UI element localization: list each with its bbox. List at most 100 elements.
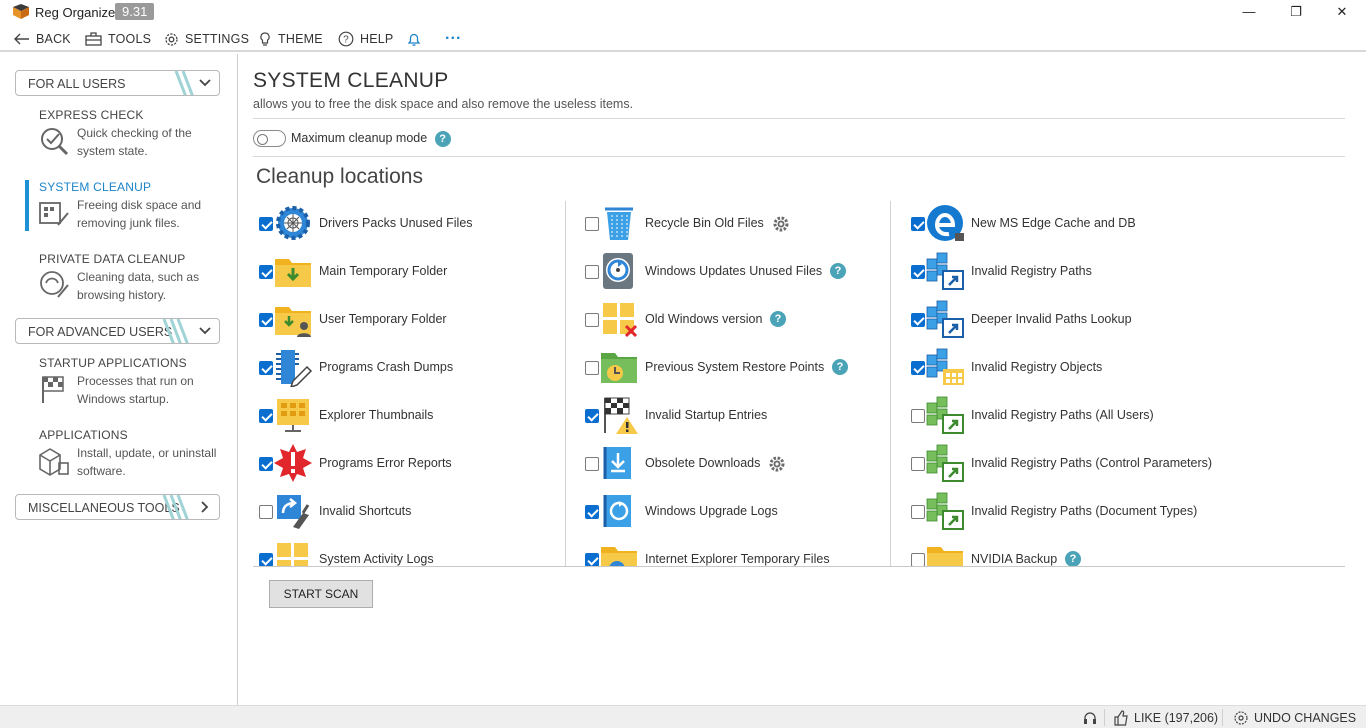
location-checkbox[interactable] [585,313,599,327]
undo-changes-button[interactable]: UNDO CHANGES [1233,709,1356,727]
cleanup-location-row[interactable]: Programs Crash Dumps [259,345,571,393]
stripes-decoration-icon [174,71,194,95]
cleanup-location-row[interactable]: Drivers Packs Unused Files [259,201,571,249]
chevron-right-icon [201,501,209,513]
back-button[interactable]: BACK [14,29,71,49]
sidebar-item-private-data[interactable]: PRIVATE DATA CLEANUP Cleaning data, such… [25,252,225,304]
location-checkbox[interactable] [585,505,599,519]
undo-gear-icon [1234,711,1248,725]
tools-button[interactable]: TOOLS [85,29,151,49]
location-checkbox[interactable] [585,217,599,231]
options-gear-icon[interactable] [772,215,790,236]
location-checkbox[interactable] [911,265,925,279]
notifications-button[interactable] [406,29,428,49]
location-checkbox[interactable] [585,457,599,471]
help-icon[interactable]: ? [1065,551,1081,566]
flag-warning-icon [599,395,639,435]
options-gear-icon[interactable] [768,455,786,476]
minimize-button[interactable]: — [1234,2,1264,22]
location-label: Invalid Registry Paths (Control Paramete… [971,456,1213,470]
checkered-flag-icon [42,376,64,403]
sidebar-item-system-cleanup[interactable]: SYSTEM CLEANUP Freeing disk space and re… [25,180,225,232]
location-label: Invalid Registry Objects [971,360,1103,374]
location-checkbox[interactable] [259,457,273,471]
help-icon[interactable]: ? [832,359,848,375]
cleanup-location-row[interactable]: User Temporary Folder [259,297,571,345]
cleanup-location-row[interactable]: New MS Edge Cache and DB [911,201,1345,249]
cleanup-location-row[interactable]: Windows Updates Unused Files? [585,249,897,297]
max-cleanup-toggle[interactable] [253,130,286,147]
location-label: Explorer Thumbnails [319,408,434,422]
restore-button[interactable]: ❐ [1281,2,1311,22]
for-advanced-users-dropdown[interactable]: FOR ADVANCED USERS [15,318,220,344]
location-checkbox[interactable] [259,361,273,375]
page-subtitle: allows you to free the disk space and al… [253,97,634,111]
private-data-desc: Cleaning data, such as browsing history. [77,270,200,302]
cleanup-location-row[interactable]: Old Windows version? [585,297,897,345]
cleanup-location-row[interactable]: Invalid Shortcuts [259,489,571,537]
location-label: NVIDIA Backup [971,552,1058,566]
support-button[interactable] [1082,709,1103,727]
location-checkbox[interactable] [911,457,925,471]
location-checkbox[interactable] [259,505,273,519]
location-label: Invalid Registry Paths (All Users) [971,408,1154,422]
cleanup-location-row[interactable]: Invalid Startup Entries [585,393,897,441]
close-button[interactable]: ✕ [1327,2,1357,22]
location-checkbox[interactable] [259,409,273,423]
location-checkbox[interactable] [259,265,273,279]
cleanup-location-row[interactable]: Windows Upgrade Logs [585,489,897,537]
location-checkbox[interactable] [259,313,273,327]
cleanup-location-row[interactable]: Internet Explorer Temporary Files [585,537,897,566]
cleanup-location-row[interactable]: Recycle Bin Old Files [585,201,897,249]
cleanup-location-row[interactable]: Invalid Registry Objects [911,345,1345,393]
location-checkbox[interactable] [911,217,925,231]
cleanup-location-row[interactable]: Obsolete Downloads [585,441,897,489]
location-label: Programs Crash Dumps [319,360,454,374]
thumbs-up-icon [1114,710,1128,726]
location-checkbox[interactable] [911,553,925,566]
cleanup-location-row[interactable]: Explorer Thumbnails [259,393,571,441]
location-checkbox[interactable] [259,217,273,231]
help-icon[interactable]: ? [830,263,846,279]
cleanup-location-row[interactable]: Invalid Registry Paths [911,249,1345,297]
location-checkbox[interactable] [911,409,925,423]
cleanup-location-row[interactable]: Invalid Registry Paths (Control Paramete… [911,441,1345,489]
cleanup-location-row[interactable]: System Activity Logs [259,537,571,566]
help-button[interactable]: ? HELP [338,29,393,49]
more-button[interactable]: ··· [445,29,462,49]
cleanup-location-row[interactable]: Invalid Registry Paths (All Users) [911,393,1345,441]
for-all-users-dropdown[interactable]: FOR ALL USERS [15,70,220,96]
cleanup-location-row[interactable]: NVIDIA Backup? [911,537,1345,566]
location-label: Invalid Registry Paths (Document Types) [971,504,1198,518]
location-checkbox[interactable] [585,553,599,566]
like-button[interactable]: LIKE (197,206) [1113,709,1218,727]
sidebar-item-express-check[interactable]: EXPRESS CHECK Quick checking of the syst… [25,108,225,160]
help-icon[interactable]: ? [770,311,786,327]
theme-button[interactable]: THEME [258,29,323,49]
cleanup-location-row[interactable]: Programs Error Reports [259,441,571,489]
cleanup-location-row[interactable]: Deeper Invalid Paths Lookup [911,297,1345,345]
location-checkbox[interactable] [585,361,599,375]
location-checkbox[interactable] [911,361,925,375]
location-checkbox[interactable] [259,553,273,566]
location-checkbox[interactable] [911,505,925,519]
sidebar-item-applications[interactable]: APPLICATIONS Install, update, or uninsta… [25,428,225,480]
start-scan-button[interactable]: START SCAN [269,580,373,608]
folder-yellow-icon [925,539,965,566]
help-icon[interactable]: ? [434,131,451,147]
misc-tools-button[interactable]: MISCELLANEOUS TOOLS [15,494,220,520]
sidebar-item-startup[interactable]: STARTUP APPLICATIONS Processes that run … [25,356,225,408]
system-cleanup-desc: Freeing disk space and removing junk fil… [77,198,202,230]
upgrade-book-icon [599,491,639,531]
location-label: User Temporary Folder [319,312,447,326]
location-checkbox[interactable] [585,409,599,423]
private-data-icon [40,271,69,298]
cleanup-location-row[interactable]: Previous System Restore Points? [585,345,897,393]
thumbnails-folder-icon [273,395,313,435]
cleanup-location-row[interactable]: Invalid Registry Paths (Document Types) [911,489,1345,537]
location-checkbox[interactable] [911,313,925,327]
settings-button[interactable]: SETTINGS [164,29,249,49]
location-checkbox[interactable] [585,265,599,279]
cleanup-location-row[interactable]: Main Temporary Folder [259,249,571,297]
status-divider [1222,709,1223,726]
